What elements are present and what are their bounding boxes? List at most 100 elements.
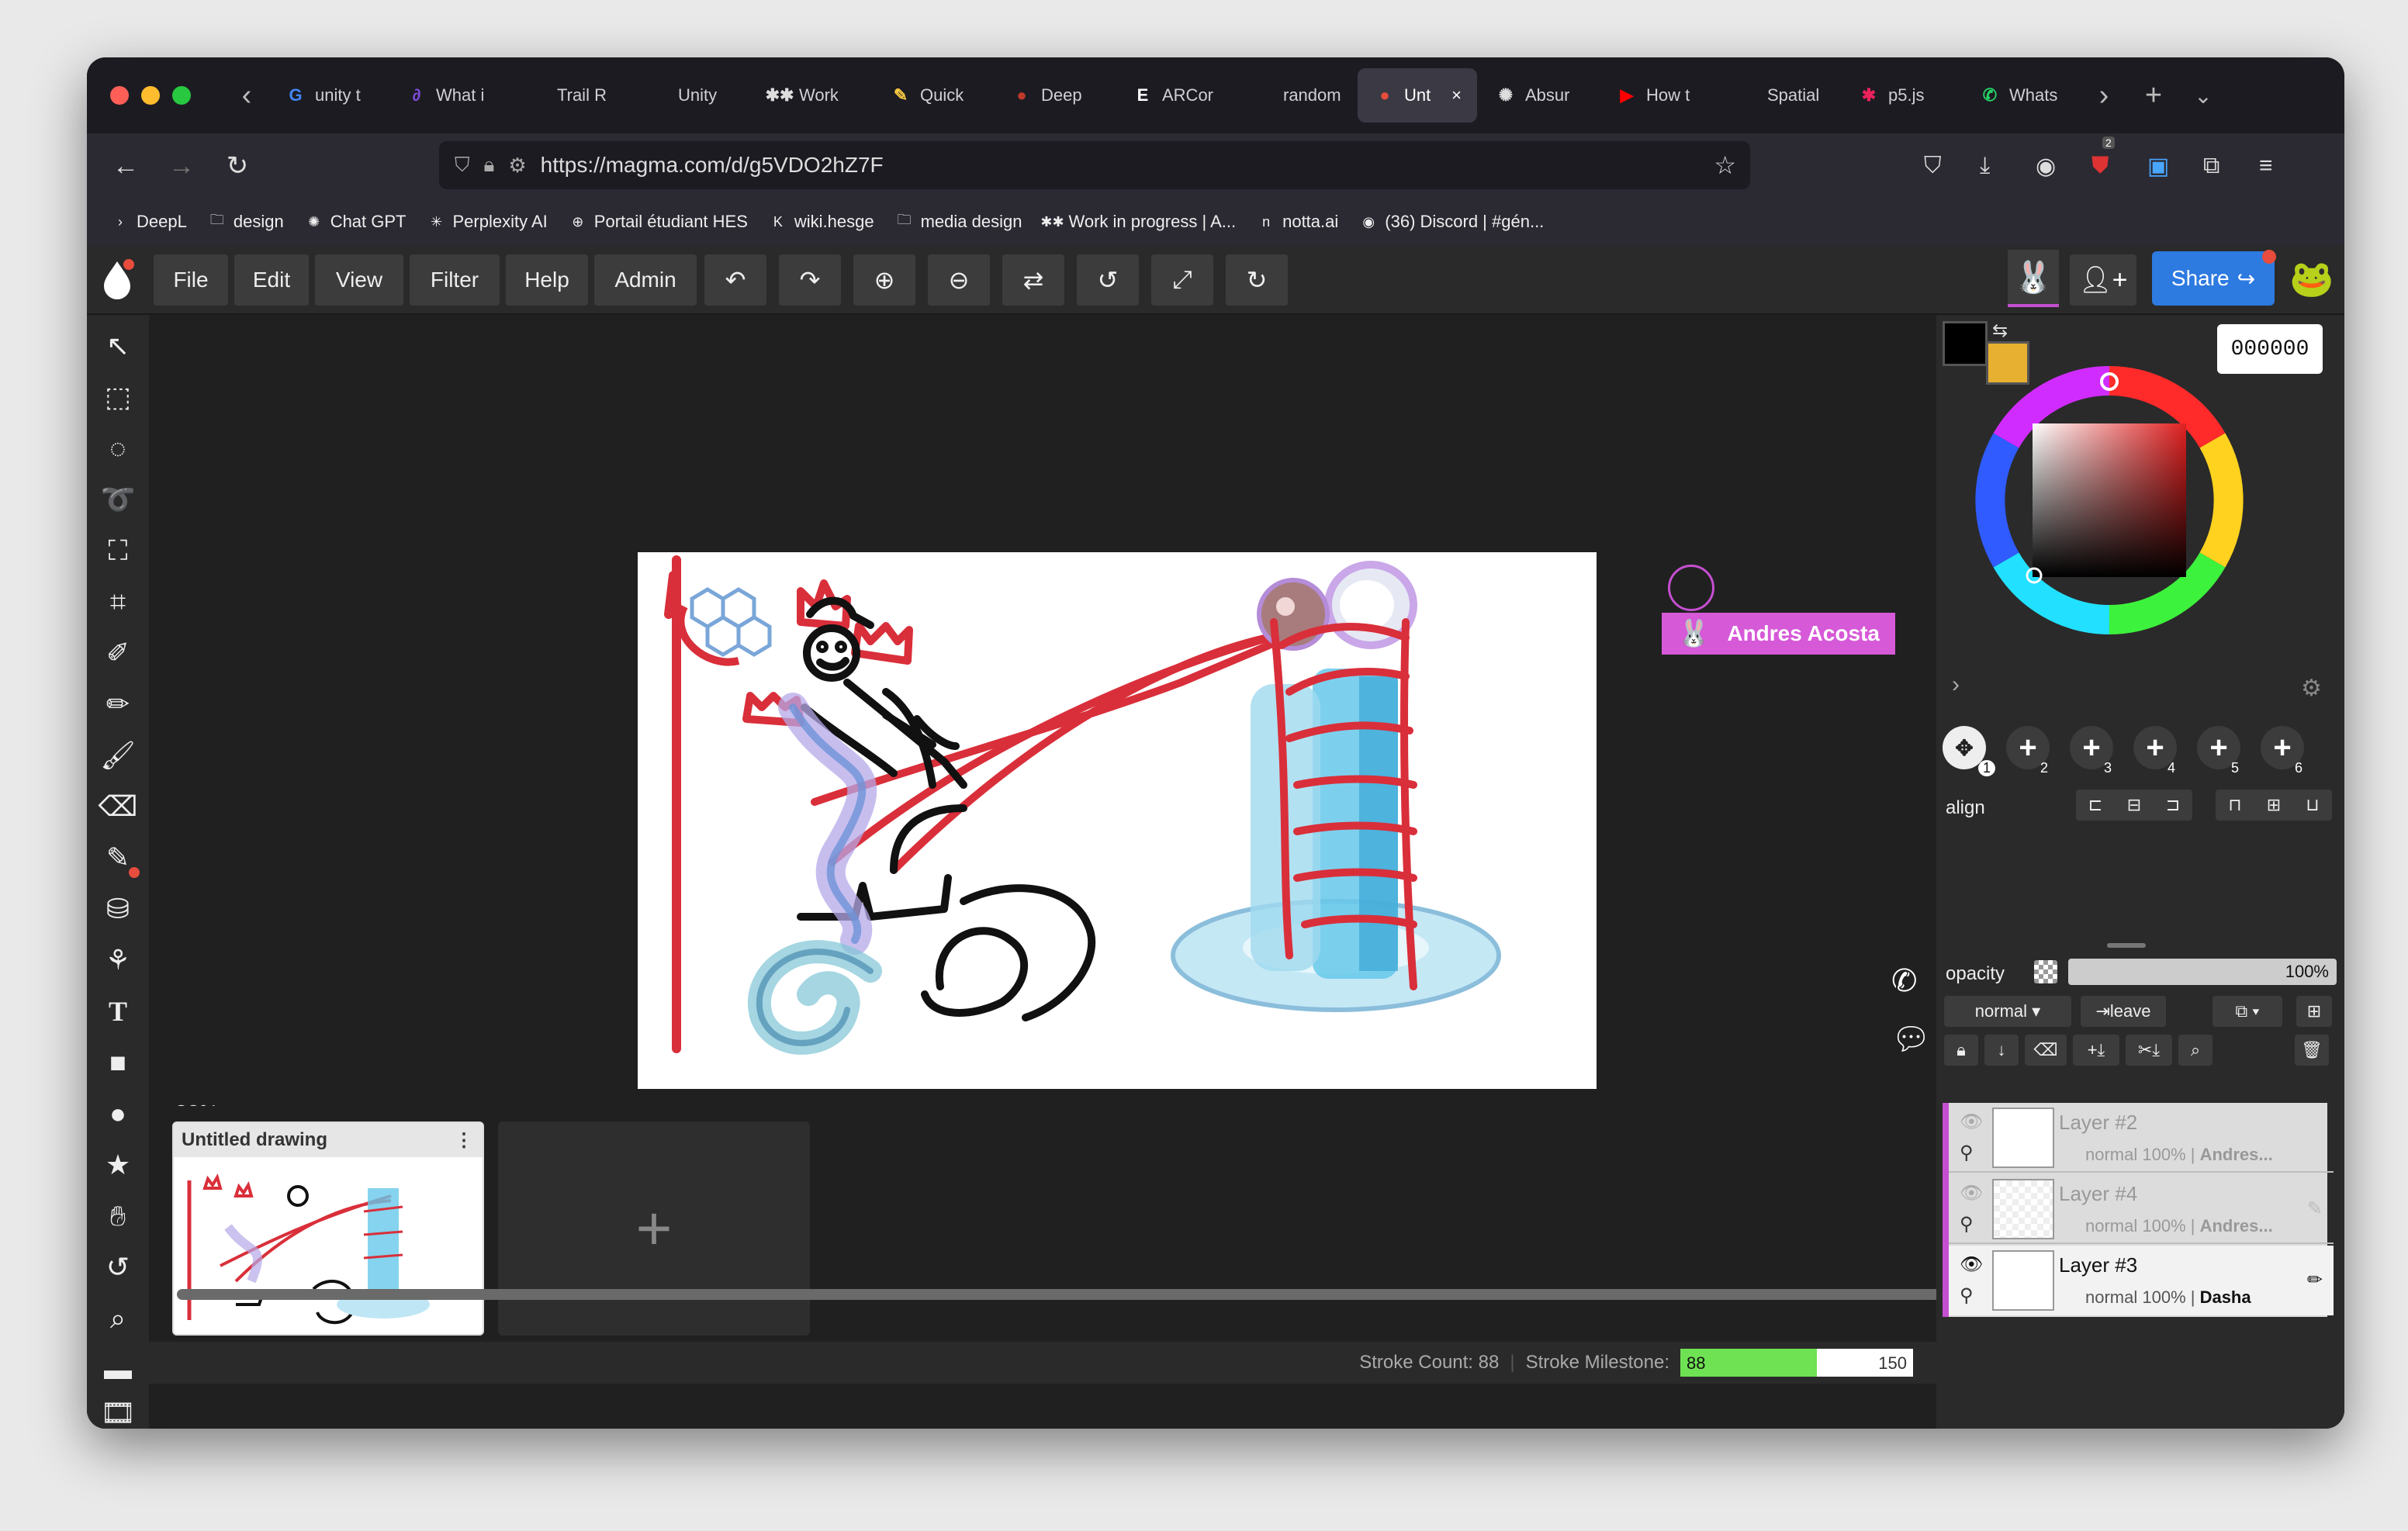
move-tool-icon[interactable]: ↖ bbox=[95, 323, 141, 369]
add-layer-button[interactable]: ⊞ bbox=[2296, 996, 2332, 1027]
menu-filter[interactable]: Filter bbox=[410, 254, 500, 306]
browser-tab[interactable]: ∂ What i bbox=[389, 68, 509, 123]
color-wheel[interactable] bbox=[1975, 366, 2244, 634]
reload-icon[interactable]: ↻ bbox=[209, 150, 265, 181]
hand-icon[interactable]: ✋︎ bbox=[95, 1193, 141, 1239]
layer-row[interactable]: 👁︎ ⚲ Layer #2 normal 100% | Andres... bbox=[1949, 1103, 2334, 1173]
zoom-out-icon[interactable]: ⊖ bbox=[928, 254, 990, 306]
new-tab-icon[interactable]: + bbox=[2136, 79, 2171, 112]
keyboard-icon[interactable]: ▬ bbox=[95, 1346, 141, 1393]
menu-help[interactable]: Help bbox=[506, 254, 588, 306]
lock-icon[interactable]: 🔒︎ bbox=[484, 153, 495, 178]
visibility-eye-icon[interactable]: 👁︎ bbox=[1960, 1253, 1983, 1276]
bookmark-item[interactable]: n notta.ai bbox=[1256, 212, 1338, 232]
align-left-icon[interactable]: ⊏ bbox=[2076, 795, 2115, 815]
eyedropper-icon[interactable]: ✐ bbox=[95, 630, 141, 676]
ellipse-select-icon[interactable]: ◌ bbox=[95, 425, 141, 472]
edit-pencil-icon[interactable]: ✏ bbox=[2307, 1269, 2323, 1291]
panel-resize-handle[interactable] bbox=[2107, 943, 2146, 948]
phone-icon[interactable]: ✆ bbox=[1891, 963, 1918, 999]
bookmark-item[interactable]: ✺ Chat GPT bbox=[304, 212, 406, 232]
bookmark-item[interactable]: 🗀 design bbox=[207, 212, 284, 232]
forward-icon[interactable]: → bbox=[154, 151, 209, 181]
minimize-window-button[interactable] bbox=[141, 86, 160, 105]
bookmark-item[interactable]: ✱✱ Work in progress | A... bbox=[1040, 212, 1236, 232]
transform-icon[interactable]: ⛶ bbox=[95, 527, 141, 574]
permissions-icon[interactable]: ⚙︎ bbox=[508, 154, 526, 178]
user-avatar-rabbit[interactable]: 🐰 bbox=[2008, 250, 2059, 307]
redo-icon[interactable]: ↷ bbox=[779, 254, 841, 306]
bookmark-item[interactable]: ⊕ Portail étudiant HES bbox=[568, 212, 748, 232]
search-layer-icon[interactable]: ⌕ bbox=[2178, 1035, 2213, 1066]
align-bottom-icon[interactable]: ⊔ bbox=[2293, 795, 2332, 815]
new-document-button[interactable]: + bbox=[498, 1121, 810, 1336]
visibility-eye-icon[interactable]: 👁︎ bbox=[1960, 1182, 1983, 1204]
primary-color-swatch[interactable] bbox=[1943, 321, 1988, 366]
visibility-eye-icon[interactable]: 👁︎ bbox=[1960, 1111, 1983, 1133]
shield-icon[interactable]: ⛉ bbox=[455, 153, 470, 178]
align-right-icon[interactable]: ⊐ bbox=[2154, 795, 2192, 815]
panel-expand-chevron-icon[interactable]: › bbox=[1952, 672, 1960, 698]
clear-layer-icon[interactable]: ⌫ bbox=[2025, 1035, 2067, 1066]
address-bar[interactable]: ⛉ 🔒︎ ⚙︎ https://magma.com/d/g5VDO2hZ7F ☆ bbox=[439, 141, 1750, 189]
align-top-icon[interactable]: ⊓ bbox=[2216, 795, 2254, 815]
tabs-scroll-right-icon[interactable]: › bbox=[2087, 79, 2121, 112]
bookmark-item[interactable]: 🗀 media design bbox=[894, 212, 1022, 232]
duplicate-layer-button[interactable]: ⧉ ▾ bbox=[2213, 996, 2282, 1027]
drawing-canvas[interactable] bbox=[638, 552, 1597, 1089]
browser-tab[interactable]: ✆ Whats bbox=[1963, 68, 2082, 123]
url-text[interactable]: https://magma.com/d/g5VDO2hZ7F bbox=[541, 153, 884, 178]
layer-row[interactable]: 👁︎ ⚲ Layer #4 normal 100% | Andres... ✎ bbox=[1949, 1174, 2334, 1244]
downloads-icon[interactable]: ⤓ bbox=[1980, 133, 1990, 199]
browser-tab[interactable]: random.st bbox=[1237, 68, 1356, 123]
flip-icon[interactable]: ⇄ bbox=[1002, 254, 1064, 306]
browser-tab[interactable]: ● Deep bbox=[995, 68, 1114, 123]
rotate-right-icon[interactable]: ↻ bbox=[1226, 254, 1288, 306]
leave-button[interactable]: ⇥ leave bbox=[2081, 996, 2166, 1027]
merge-down-icon[interactable]: +⤓ bbox=[2073, 1035, 2119, 1066]
browser-tab[interactable]: ✎ Quick bbox=[874, 68, 993, 123]
close-tab-icon[interactable]: × bbox=[1451, 85, 1462, 105]
tabs-scroll-left-icon[interactable]: ‹ bbox=[230, 79, 264, 112]
lasso-icon[interactable]: ➰ bbox=[95, 476, 141, 523]
pencil-icon[interactable]: ✏ bbox=[95, 681, 141, 727]
paint-bucket-icon[interactable]: ⛁ bbox=[95, 886, 141, 932]
clone-icon[interactable]: ⚘ bbox=[95, 937, 141, 983]
horizontal-scrollbar[interactable] bbox=[177, 1289, 1958, 1300]
bookmark-item[interactable]: ✳ Perplexity AI bbox=[427, 212, 548, 232]
browser-tab[interactable]: ✱✱ Work bbox=[752, 68, 872, 123]
browser-tab[interactable]: ▶ How t bbox=[1600, 68, 1719, 123]
extension-ublock-icon[interactable]: ⛊ 2 bbox=[2091, 133, 2115, 199]
canvas-area[interactable]: 🐰 Andres Acosta ✆ 💬︎ ⌕ 32% bbox=[149, 315, 1936, 1125]
extension-h-icon[interactable]: ▣ bbox=[2147, 133, 2169, 199]
cut-layer-icon[interactable]: ✂︎⤓ bbox=[2126, 1035, 2172, 1066]
edit-pencil-icon[interactable]: ✎ bbox=[2307, 1197, 2323, 1220]
fullscreen-icon[interactable]: ⤢ bbox=[1151, 254, 1213, 306]
bookmark-item[interactable]: Kwiki.hesge bbox=[768, 212, 874, 232]
smudge-icon[interactable]: ✎ bbox=[95, 835, 141, 881]
film-icon[interactable]: 🎞︎ bbox=[95, 1390, 141, 1429]
bookmark-star-icon[interactable]: ☆ bbox=[1714, 150, 1736, 180]
ellipse-shape-icon[interactable]: ● bbox=[95, 1090, 141, 1137]
align-middle-icon[interactable]: ⊞ bbox=[2254, 795, 2293, 815]
blend-mode-select[interactable]: normal ▾ bbox=[1944, 996, 2071, 1027]
undo-icon[interactable]: ↶ bbox=[704, 254, 766, 306]
browser-tab[interactable]: ✱ p5.js bbox=[1842, 68, 1961, 123]
clip-layer-icon[interactable]: ↓ bbox=[1984, 1035, 2019, 1066]
browser-tab[interactable]: Unity bbox=[631, 68, 751, 123]
text-tool-icon[interactable]: T bbox=[95, 988, 141, 1035]
close-window-button[interactable] bbox=[110, 86, 129, 105]
document-menu-icon[interactable]: ⋮ bbox=[455, 1129, 473, 1152]
add-user-icon[interactable]: 👤︎+ bbox=[2070, 254, 2136, 306]
crop-icon[interactable]: ⌗ bbox=[95, 579, 141, 625]
zoom-tool-icon[interactable]: ⌕ bbox=[95, 1295, 141, 1342]
magma-logo-icon[interactable] bbox=[93, 253, 141, 307]
extensions-icon[interactable]: ⧉ bbox=[2203, 133, 2219, 199]
menu-edit[interactable]: Edit bbox=[234, 254, 309, 306]
rectangle-select-icon[interactable]: ⬚ bbox=[95, 374, 141, 420]
browser-tab[interactable]: Spatial p5 bbox=[1721, 68, 1840, 123]
menu-admin[interactable]: Admin bbox=[594, 254, 697, 306]
lock-layer-icon[interactable]: 🔒︎ bbox=[1944, 1035, 1978, 1066]
maximize-window-button[interactable] bbox=[172, 86, 191, 105]
menu-view[interactable]: View bbox=[315, 254, 403, 306]
